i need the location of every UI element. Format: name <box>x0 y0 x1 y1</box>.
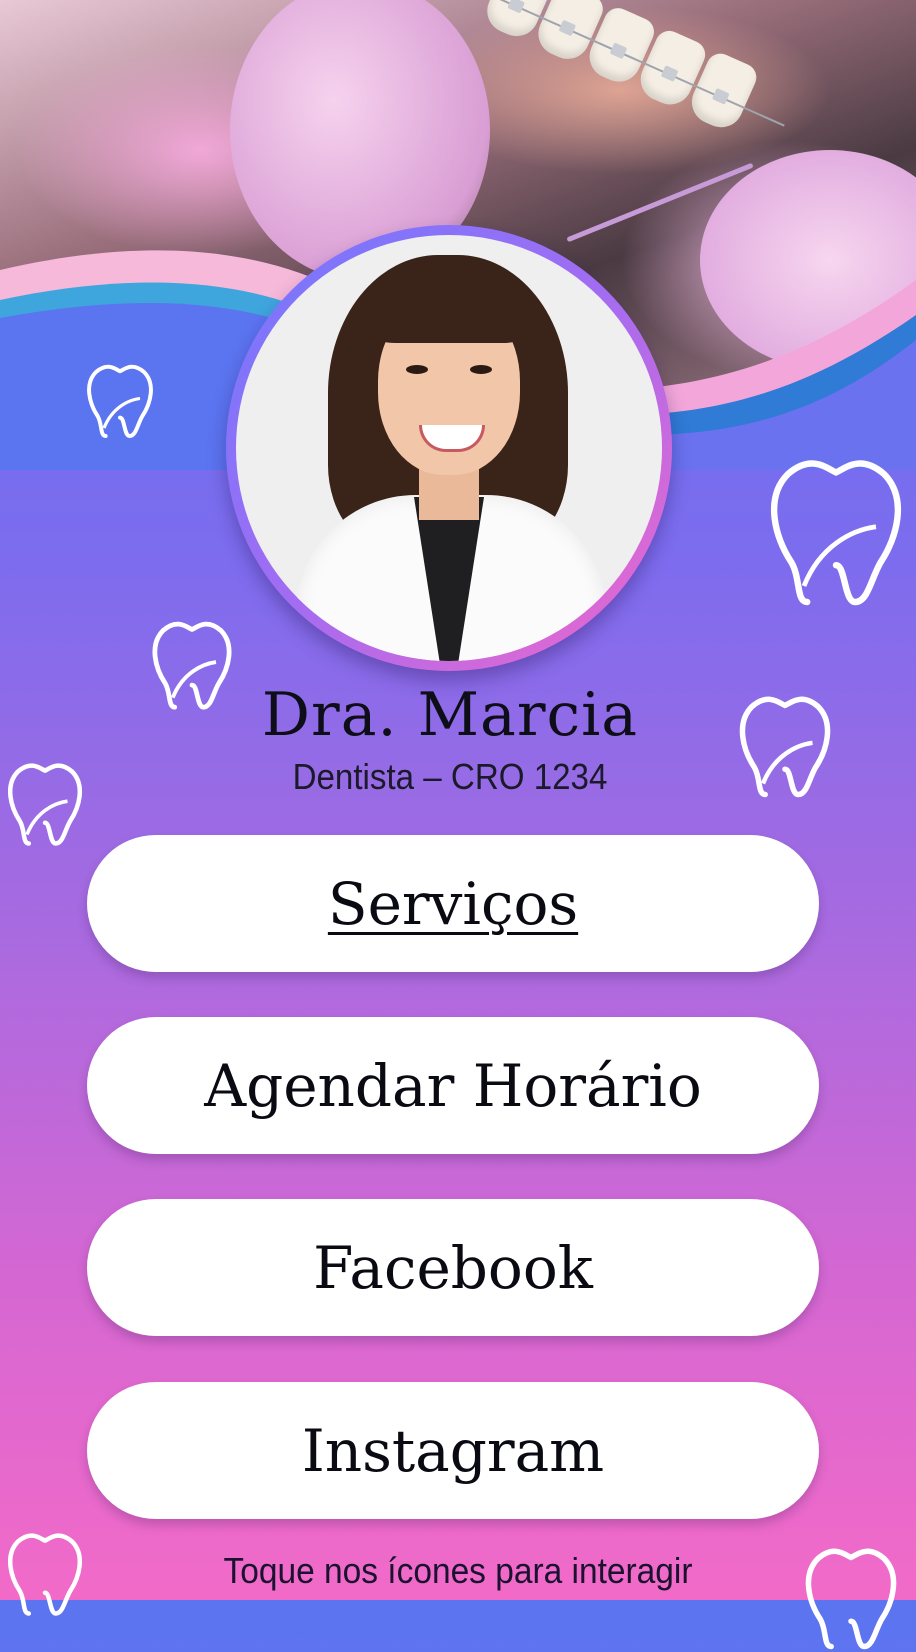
profile-subtitle: Dentista – CRO 1234 <box>292 756 608 797</box>
facebook-button-label: Facebook <box>313 1233 593 1302</box>
instagram-button-label: Instagram <box>301 1416 605 1485</box>
tooth-icon <box>771 460 901 606</box>
schedule-button[interactable]: Agendar Horário <box>87 1017 819 1154</box>
instagram-button[interactable]: Instagram <box>87 1382 819 1519</box>
facebook-button[interactable]: Facebook <box>87 1199 819 1336</box>
profile-name: Dra. Marcia <box>261 680 639 750</box>
avatar <box>236 235 662 661</box>
services-button-label: Serviços <box>327 869 579 938</box>
avatar-ring <box>226 225 672 671</box>
schedule-button-label: Agendar Horário <box>204 1051 702 1120</box>
footer-hint: Toque nos ícones para interagir <box>223 1550 693 1591</box>
tooth-icon <box>87 364 153 439</box>
services-button[interactable]: Serviços <box>87 835 819 972</box>
